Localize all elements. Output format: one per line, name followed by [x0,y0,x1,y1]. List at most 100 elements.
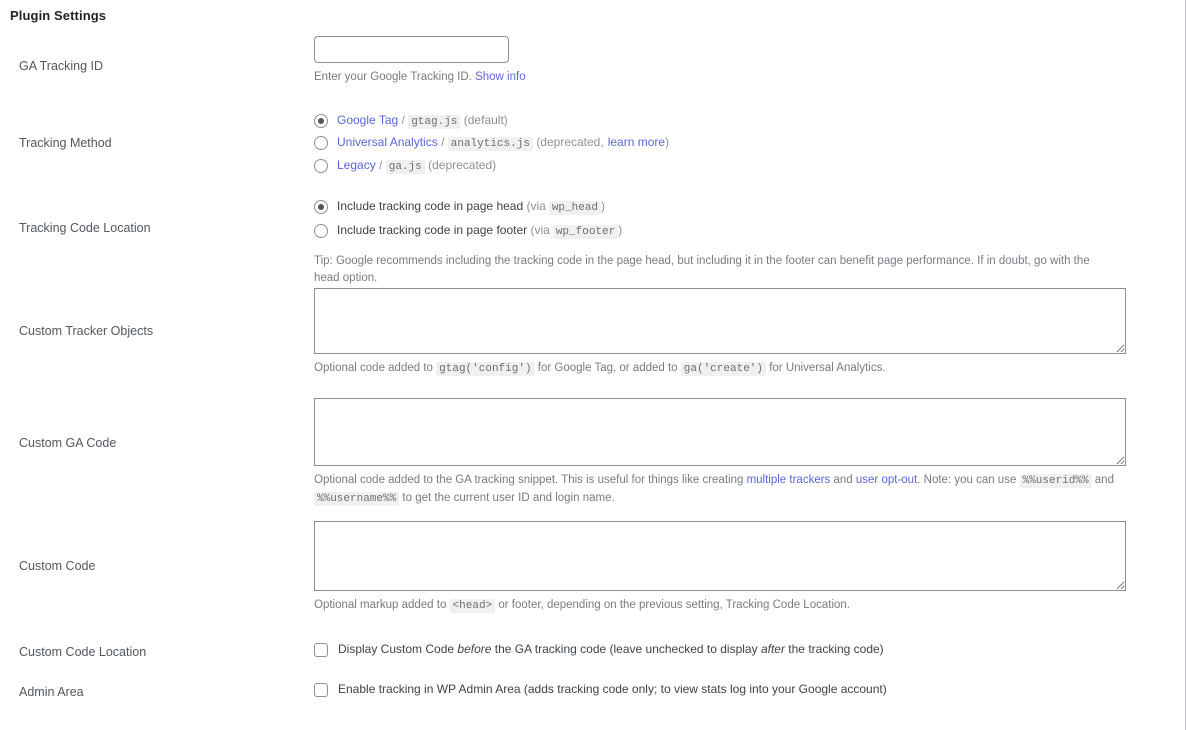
code-wp-head: wp_head [548,201,602,215]
cgc-desc-part2: and [833,474,853,486]
note-universal-analytics-close: ) [665,135,670,150]
radio-option-page-footer[interactable]: Include tracking code in page footer (vi… [314,223,1166,240]
ga-tracking-id-input[interactable] [314,36,509,63]
label-ga-tracking-id: GA Tracking ID [19,59,104,73]
radio-legacy-label: Legacy / ga.js (deprecated) [337,158,496,174]
label-custom-tracker-objects: Custom Tracker Objects [19,324,154,338]
cto-desc-part3: for Universal Analytics. [769,362,886,374]
custom-code-textarea[interactable] [314,521,1126,591]
separator-slash-1: / [441,135,445,150]
ccl-emphasis-before: before [457,642,492,656]
radio-option-legacy[interactable]: Legacy / ga.js (deprecated) [314,158,1166,174]
field-custom-ga-code: Optional code added to the GA tracking s… [314,392,1180,508]
field-ga-tracking-id: Enter your Google Tracking ID. Show info [314,36,1180,87]
label-custom-code: Custom Code [19,559,96,573]
page-head-paren-close: ) [601,199,606,213]
ccl-text-part1: Display Custom Code [338,642,455,656]
legacy-link[interactable]: Legacy [337,158,376,172]
cc-desc-part1: Optional markup added to [314,599,447,611]
page-head-paren-open: (via [526,199,546,213]
field-custom-code-location: Display Custom Code before the GA tracki… [314,626,1180,658]
google-tag-link[interactable]: Google Tag [337,113,398,127]
code-head-tag: <head> [449,599,496,613]
code-ga-js: ga.js [385,159,425,174]
note-google-tag: (default) [463,113,508,127]
cto-desc-part1: Optional code added to [314,362,433,374]
cgc-desc-part1: Optional code added to the GA tracking s… [314,474,744,486]
ga-tracking-id-description: Enter your Google Tracking ID. Show info [314,69,1166,87]
code-userid: %%userid%% [1019,474,1092,488]
checkbox-option-custom-code-location[interactable]: Display Custom Code before the GA tracki… [314,642,1166,658]
label-custom-ga-code: Custom GA Code [19,436,117,450]
cgc-desc-part5: to get the current user ID and login nam… [402,492,615,505]
custom-tracker-objects-description: Optional code added to gtag('config') fo… [314,360,1166,378]
page-footer-text: Include tracking code in page footer [337,223,528,238]
radio-google-tag-icon[interactable] [314,114,328,129]
universal-analytics-link[interactable]: Universal Analytics [337,135,438,149]
code-wp-footer: wp_footer [552,225,619,240]
custom-ga-code-description: Optional code added to the GA tracking s… [314,472,1114,508]
radio-page-head-label: Include tracking code in page head (via w… [337,199,605,215]
custom-tracker-objects-textarea[interactable] [314,288,1126,354]
radio-page-head-icon[interactable] [314,200,328,215]
field-tracking-code-location: Include tracking code in page head (via w… [314,190,1180,288]
tracking-code-location-tip: Tip: Google recommends including the tra… [314,254,1090,285]
code-analytics-js: analytics.js [447,137,533,152]
cgc-desc-part3: . Note: you can use [917,474,1017,486]
page-head-text: Include tracking code in page head [337,199,524,213]
page-footer-paren-open: (via [530,223,550,238]
admin-area-label: Enable tracking in WP Admin Area (adds t… [338,682,887,696]
custom-code-description: Optional markup added to <head> or foote… [314,597,1166,615]
radio-page-footer-label: Include tracking code in page footer (vi… [337,223,623,240]
code-gtag-js: gtag.js [408,115,461,129]
row-tracking-code-location: Tracking Code Location Include tracking … [0,190,1180,286]
cc-desc-part2: or footer, depending on the previous set… [498,599,850,611]
settings-form-table: GA Tracking ID Enter your Google Trackin… [0,36,1180,706]
custom-code-location-label: Display Custom Code before the GA tracki… [338,642,884,658]
field-admin-area: Enable tracking in WP Admin Area (adds t… [314,666,1180,698]
learn-more-link[interactable]: learn more [608,135,665,149]
cgc-desc-part4: and [1094,474,1114,486]
row-custom-code-location: Custom Code Location Display Custom Code… [0,626,1180,666]
radio-universal-analytics-icon[interactable] [314,136,328,151]
radio-page-footer-icon[interactable] [314,224,328,239]
code-ga-create: ga('create') [680,362,766,376]
row-custom-ga-code: Custom GA Code Optional code added to th… [0,392,1180,514]
note-universal-analytics-open: (deprecated, [536,135,604,150]
ga-tracking-id-desc-text: Enter your Google Tracking ID. [314,71,472,83]
row-admin-area: Admin Area Enable tracking in WP Admin A… [0,666,1180,706]
radio-option-page-head[interactable]: Include tracking code in page head (via w… [314,199,1166,215]
multiple-trackers-link[interactable]: multiple trackers [747,474,831,486]
radio-option-google-tag[interactable]: Google Tag / gtag.js (default) [314,113,1166,129]
radio-legacy-icon[interactable] [314,158,328,173]
row-tracking-method: Tracking Method Google Tag / gtag.js (de… [0,98,1180,190]
checkbox-option-admin-area[interactable]: Enable tracking in WP Admin Area (adds t… [314,682,1166,698]
show-info-link[interactable]: Show info [475,71,526,83]
cto-desc-part2: for Google Tag, or added to [537,362,678,374]
separator-slash-2: / [379,157,383,172]
row-custom-tracker-objects: Custom Tracker Objects Optional code add… [0,286,1180,392]
ccl-text-part2: the GA tracking code (leave unchecked to… [494,642,758,656]
field-custom-tracker-objects: Optional code added to gtag('config') fo… [314,286,1180,378]
page-title: Plugin Settings [10,8,107,23]
label-admin-area: Admin Area [19,685,84,699]
ccl-text-part3: the tracking code) [788,642,884,656]
field-custom-code: Optional markup added to <head> or foote… [314,514,1180,615]
note-legacy: (deprecated) [428,157,497,172]
page-footer-paren-close: ) [618,223,623,238]
radio-google-tag-label: Google Tag / gtag.js (default) [337,113,508,129]
ccl-emphasis-after: after [760,642,785,656]
radio-universal-analytics-label: Universal Analytics / analytics.js (depr… [337,135,670,152]
admin-area-checkbox[interactable] [314,682,328,697]
custom-code-location-checkbox[interactable] [314,642,328,657]
radio-option-universal-analytics[interactable]: Universal Analytics / analytics.js (depr… [314,135,1166,152]
row-custom-code: Custom Code Optional markup added to <he… [0,514,1180,626]
user-opt-out-link[interactable]: user opt-out [856,474,917,486]
separator-slash-0: / [401,113,405,127]
label-custom-code-location: Custom Code Location [19,645,147,659]
custom-ga-code-textarea[interactable] [314,398,1126,466]
label-tracking-code-location: Tracking Code Location [19,221,151,235]
row-ga-tracking-id: GA Tracking ID Enter your Google Trackin… [0,36,1180,98]
field-tracking-method: Google Tag / gtag.js (default) Universal… [314,98,1180,174]
label-tracking-method: Tracking Method [19,136,112,150]
